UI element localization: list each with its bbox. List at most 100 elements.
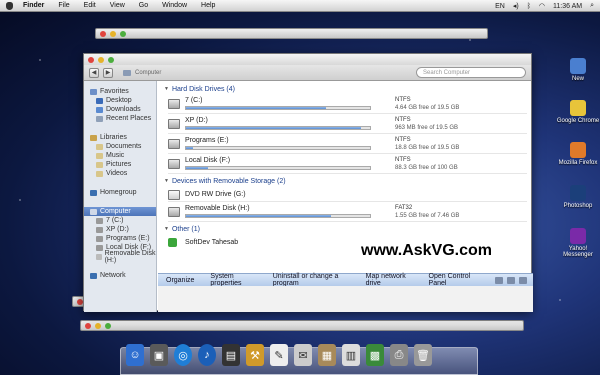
drive-item[interactable]: XP (D:) NTFS 963 MB free of 19.5 GB [168,116,527,134]
zoom-icon[interactable] [108,56,114,63]
screenshot-icon[interactable]: ▣ [150,344,168,366]
menu-edit[interactable]: Edit [84,2,96,9]
sidebar-item-documents[interactable]: Documents [84,142,156,151]
drive-icon [96,217,103,224]
minimize-icon[interactable] [95,322,101,329]
help-icon[interactable] [519,276,527,284]
notes-icon[interactable]: ✎ [270,344,288,366]
sidebar-favorites[interactable]: Favorites [84,87,156,96]
minimize-icon[interactable] [98,56,104,63]
clock[interactable]: 11:36 AM [553,3,582,10]
drive-item[interactable]: Local Disk (F:) NTFS 88.3 GB free of 100 G… [168,156,527,174]
finder-icon[interactable]: ☺ [126,344,144,366]
itunes-icon[interactable]: ♪ [198,344,216,366]
sidebar-item-videos[interactable]: Videos [84,169,156,178]
sidebar-network[interactable]: Network [84,271,156,280]
calculator-icon[interactable]: ▦ [318,344,336,366]
drive-item[interactable]: 7 (C:) NTFS 4.64 GB free of 19.5 GB [168,96,527,114]
desktop-icon-folder[interactable]: New [556,58,600,82]
language-indicator[interactable]: EN [495,3,505,10]
navigation-pane: Favorites Desktop Downloads Recent Place… [84,81,157,312]
minimize-icon[interactable] [110,30,116,37]
breadcrumb[interactable]: Computer [123,69,161,76]
organize-button[interactable]: Organize [166,277,194,284]
hard-drive-icon [168,99,180,109]
drive-icon [96,244,103,251]
menu-finder[interactable]: Finder [23,2,44,9]
drive-icon [96,226,103,233]
spotlight-icon[interactable]: ⌕ [590,2,594,10]
mail-icon[interactable]: ✉ [294,344,312,366]
free-space: 963 MB free of 19.5 GB [395,125,459,131]
homegroup-icon [90,189,97,196]
sidebar-item-downloads[interactable]: Downloads [84,105,156,114]
tools-icon[interactable]: ⚒ [246,344,264,366]
map-network-drive-button[interactable]: Map network drive [366,273,413,287]
sidebar-item-drive-h[interactable]: Removable Disk (H:) [84,250,156,264]
trash-icon[interactable]: 🗑 [414,344,432,366]
close-icon[interactable] [88,56,94,63]
section-hard-disk-drives[interactable]: ▼ Hard Disk Drives (4) [164,84,527,94]
minimized-window-1[interactable] [95,28,488,39]
apple-icon[interactable] [6,1,13,10]
desktop-icon-firefox[interactable]: Mozilla Firefox [556,142,600,166]
preview-pane-icon[interactable] [507,276,515,284]
recent-places-icon [96,115,103,122]
sidebar-item-drive-e[interactable]: Programs (E:) [84,234,156,243]
computer-icon [90,208,97,215]
menu-bar: Finder File Edit View Go Window Help EN … [0,0,600,12]
volume-icon[interactable]: ◂) [513,2,519,10]
drive-item-dvd[interactable]: DVD RW Drive (G:) [168,188,527,202]
sidebar-homegroup[interactable]: Homegroup [84,188,156,197]
desktop-icon-photoshop[interactable]: Photoshop [556,185,600,209]
sidebar-item-music[interactable]: Music [84,151,156,160]
drive-icon [96,235,103,242]
close-icon[interactable] [85,322,91,329]
menu-window[interactable]: Window [162,2,187,9]
view-options-icon[interactable] [495,276,503,284]
back-button[interactable]: ◀ [89,67,99,78]
file-system: NTFS [395,157,411,163]
calendar-icon[interactable]: ▥ [342,344,360,366]
sidebar-libraries[interactable]: Libraries [84,133,156,142]
printer-icon[interactable]: ⎙ [390,344,408,366]
sidebar-item-desktop[interactable]: Desktop [84,96,156,105]
close-icon[interactable] [100,30,106,37]
computer-window: ◀ ▶ Computer Search Computer Favorites D… [83,53,533,312]
desktop-icon-yahoo[interactable]: Yahoo! Messenger [556,228,600,258]
hardware-icon[interactable]: ▩ [366,344,384,366]
drive-item[interactable]: Programs (E:) NTFS 18.8 GB free of 19.5 GB [168,136,527,154]
dock-items: ☺ ▣ ◎ ♪ ▤ ⚒ ✎ ✉ ▦ ▥ ▩ ⎙ 🗑 [126,344,432,366]
firefox-icon [570,142,586,158]
bluetooth-icon[interactable]: ᛒ [527,3,531,10]
system-properties-button[interactable]: System properties [210,273,256,287]
sidebar-item-drive-d[interactable]: XP (D:) [84,225,156,234]
wifi-icon[interactable]: ◠ [539,2,545,10]
section-removable-storage[interactable]: ▼ Devices with Removable Storage (2) [164,176,527,186]
open-control-panel-button[interactable]: Open Control Panel [429,273,479,287]
desktop-icon-chrome[interactable]: Google Chrome [556,100,600,124]
minimized-window-3[interactable] [80,320,524,331]
forward-button[interactable]: ▶ [103,67,113,78]
menu-help[interactable]: Help [201,2,215,9]
library-icon [90,134,97,141]
safari-icon[interactable]: ◎ [174,344,192,366]
uninstall-program-button[interactable]: Uninstall or change a program [273,273,350,287]
sidebar-computer[interactable]: Computer [84,207,156,216]
menu-view[interactable]: View [110,2,125,9]
menu-file[interactable]: File [58,2,69,9]
drive-item[interactable]: Removable Disk (H:) FAT32 1.55 GB free of … [168,204,527,222]
downloads-icon [96,106,103,113]
search-input[interactable]: Search Computer [416,67,526,78]
pictures-icon [96,161,103,168]
window-titlebar[interactable] [84,54,531,65]
sidebar-item-pictures[interactable]: Pictures [84,160,156,169]
zoom-icon[interactable] [120,30,126,37]
movie-icon[interactable]: ▤ [222,344,240,366]
menu-go[interactable]: Go [139,2,148,9]
documents-icon [96,143,103,150]
zoom-icon[interactable] [105,322,111,329]
section-other[interactable]: ▼ Other (1) [164,224,527,234]
sidebar-item-recent-places[interactable]: Recent Places [84,114,156,123]
sidebar-item-drive-c[interactable]: 7 (C:) [84,216,156,225]
